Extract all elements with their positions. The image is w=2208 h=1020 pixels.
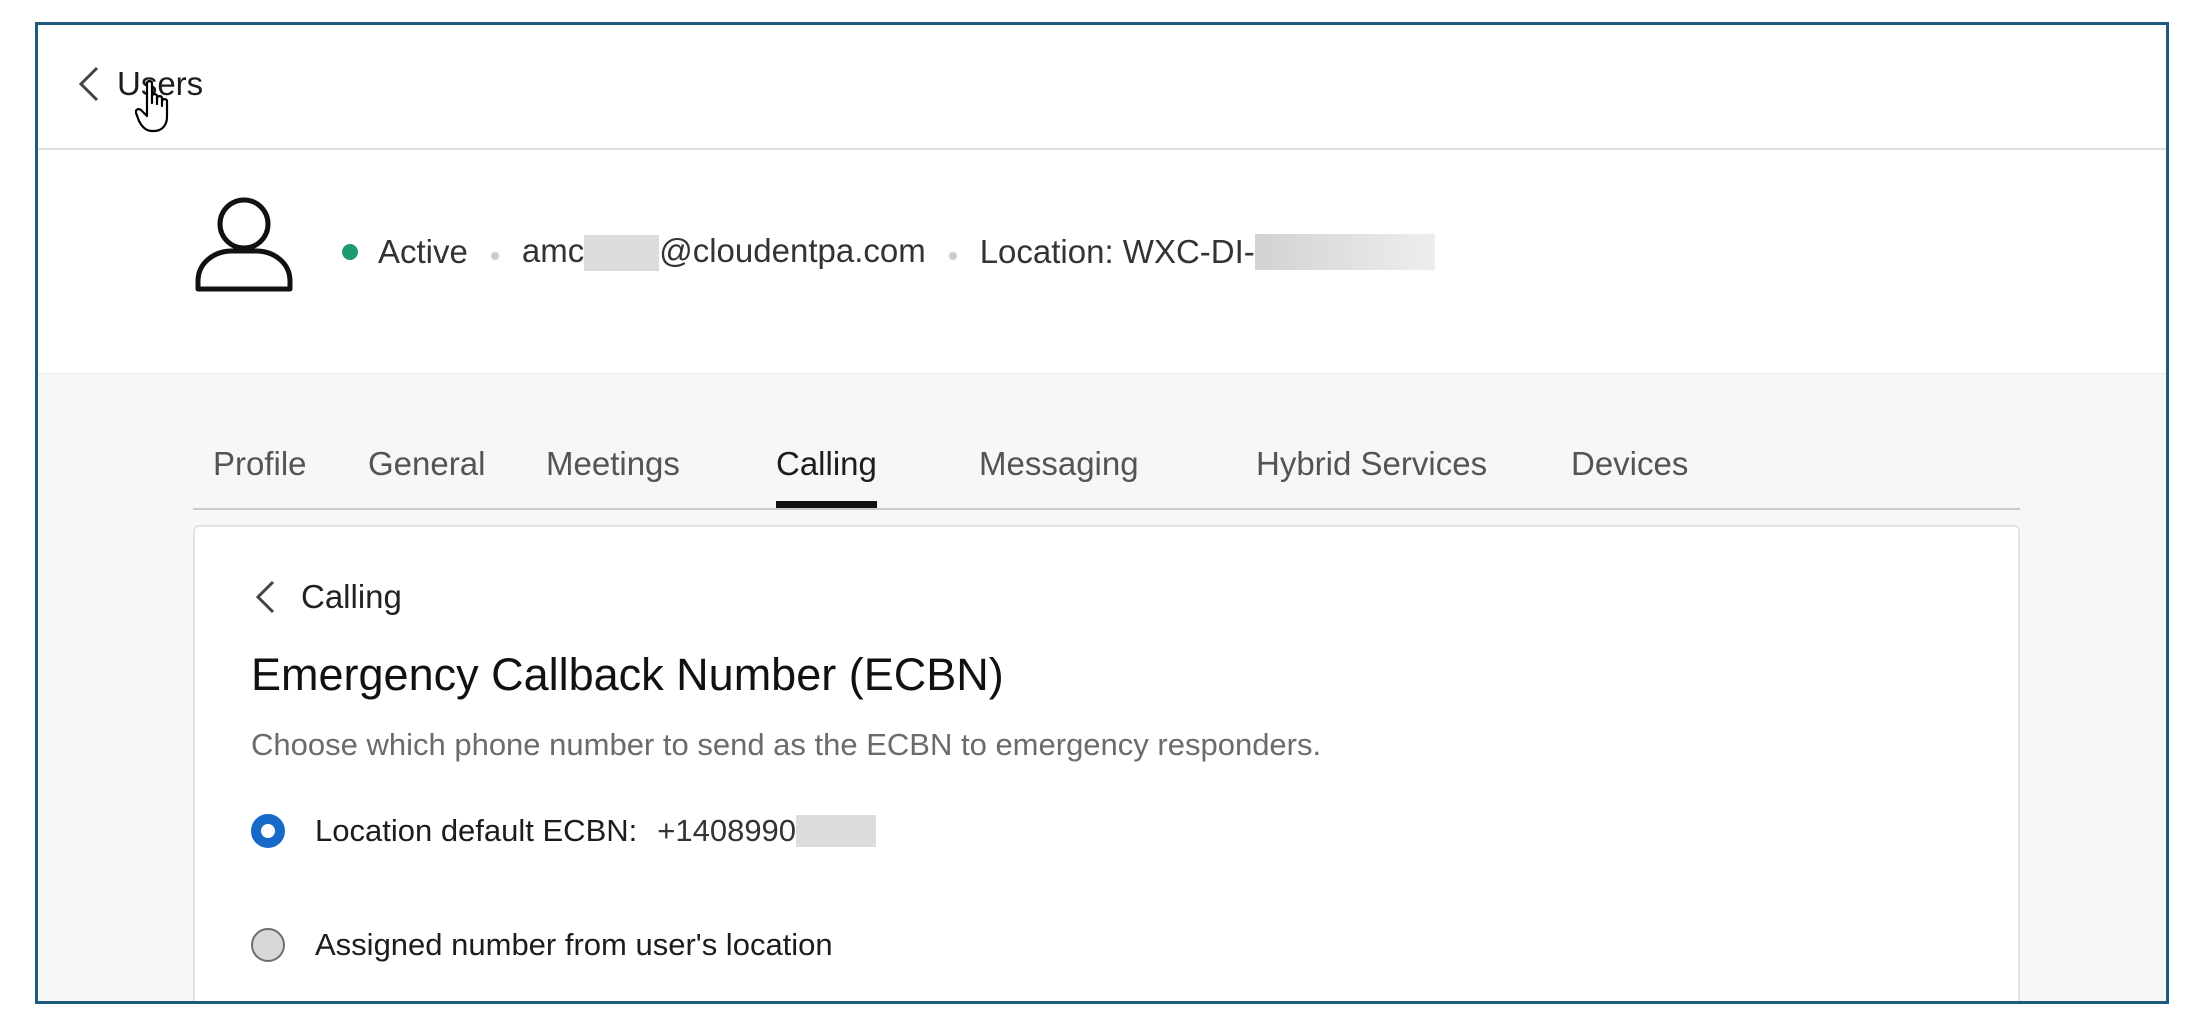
separator-dot — [948, 251, 957, 260]
user-email: amc @cloudentpa.com — [521, 232, 926, 272]
top-bar: Users — [38, 25, 2166, 150]
back-to-calling-link[interactable]: Calling — [253, 577, 402, 617]
separator-dot — [490, 251, 499, 260]
chevron-left-icon — [255, 580, 275, 614]
option-number: +1408990 — [657, 813, 797, 848]
email-prefix: amc — [521, 232, 585, 269]
redacted-block — [584, 235, 660, 272]
radio-selected[interactable] — [251, 814, 285, 848]
status-dot-icon — [342, 243, 358, 260]
tab-bar: Profile General Meetings Calling Messagi… — [193, 421, 2020, 510]
redacted-block — [1254, 233, 1435, 270]
tab-messaging[interactable]: Messaging — [979, 421, 1139, 507]
option-assigned-number[interactable]: Assigned number from user's location — [251, 927, 833, 963]
page-title: Emergency Callback Number (ECBN) — [251, 649, 1004, 700]
page-description: Choose which phone number to send as the… — [251, 727, 1322, 762]
tab-devices[interactable]: Devices — [1571, 421, 1688, 507]
chevron-left-icon — [78, 66, 99, 102]
tab-profile[interactable]: Profile — [213, 421, 307, 507]
tab-hybrid-services[interactable]: Hybrid Services — [1256, 421, 1487, 507]
email-domain: @cloudentpa.com — [659, 232, 926, 269]
radio-unselected[interactable] — [251, 928, 285, 962]
user-status: Active — [378, 232, 468, 270]
redacted-block — [796, 815, 877, 847]
tab-general[interactable]: General — [368, 421, 485, 507]
tab-meetings[interactable]: Meetings — [546, 421, 680, 507]
app-window: Users Active amc @cloudentpa.com Location… — [35, 22, 2169, 1004]
user-header: Active amc @cloudentpa.com Location: WXC-… — [38, 150, 2166, 374]
hand-cursor-icon — [135, 80, 169, 133]
user-summary: Active amc @cloudentpa.com Location: WXC-… — [342, 232, 1435, 272]
option-label: Location default ECBN: — [315, 813, 638, 848]
option-location-default-ecbn[interactable]: Location default ECBN: +1408990 — [251, 813, 877, 849]
ecbn-card: Calling Emergency Callback Number (ECBN)… — [193, 525, 2020, 1001]
option-label: Assigned number from user's location — [315, 927, 833, 962]
back-to-calling-label: Calling — [301, 578, 402, 615]
user-avatar-icon — [195, 197, 293, 292]
user-location: Location: WXC-DI- — [979, 232, 1255, 270]
tab-calling[interactable]: Calling — [776, 421, 877, 508]
